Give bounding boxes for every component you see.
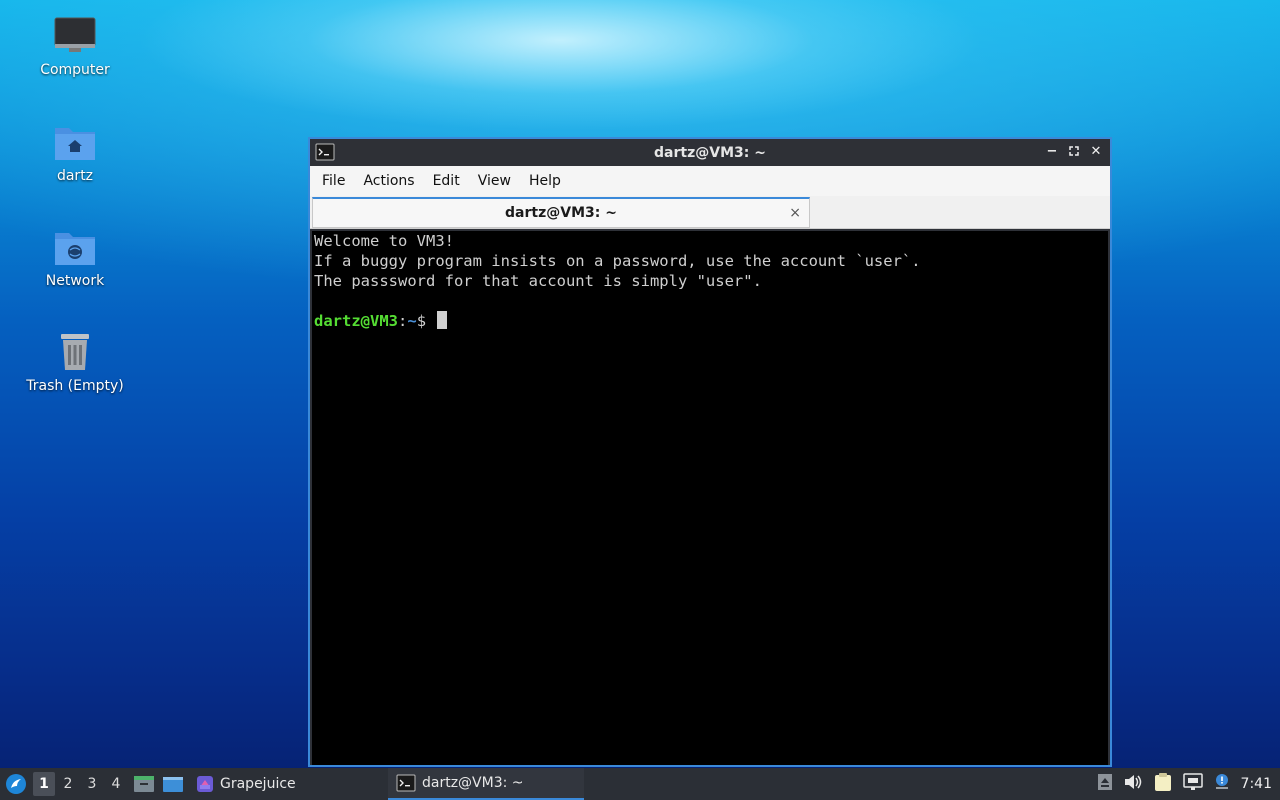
text-cursor [437,311,448,329]
network-folder-icon [55,233,95,265]
desktop-icon-computer[interactable]: Computer [20,16,130,78]
file-manager-launcher[interactable] [133,768,155,800]
close-icon[interactable]: ✕ [1088,143,1104,159]
terminal-line: Welcome to VM3! [314,232,454,250]
desktop-icon-network[interactable]: Network [20,227,130,289]
desktop-icon-label: Network [45,273,105,289]
menu-view[interactable]: View [469,173,520,189]
workspace-2[interactable]: 2 [57,772,79,796]
network-icon[interactable] [1182,773,1203,795]
menu-edit[interactable]: Edit [424,173,469,189]
tab-label: dartz@VM3: ~ [505,205,617,221]
menu-bar: File Actions Edit View Help [310,166,1110,196]
workspace-3[interactable]: 3 [81,772,103,796]
minimize-icon[interactable]: − [1044,143,1060,159]
workspace-switcher: 1 2 3 4 [33,768,127,800]
workspace-4[interactable]: 4 [105,772,127,796]
terminal-icon [396,774,416,792]
eject-icon[interactable] [1097,773,1113,795]
prompt-symbol: $ [416,312,427,330]
trash-icon [61,334,89,370]
terminal-window: dartz@VM3: ~ − ✕ File Actions Edit View … [308,137,1112,767]
desktop-icon-home-folder[interactable]: dartz [20,122,130,184]
clock[interactable]: 7:41 [1241,776,1272,792]
desktop-icon-trash[interactable]: Trash (Empty) [20,332,130,394]
desktop-icon-label: Computer [40,62,110,78]
show-desktop-launcher[interactable] [162,768,184,800]
tab-bar: dartz@VM3: ~ × [310,196,1110,229]
task-grapejuice[interactable]: Grapejuice [188,768,304,800]
maximize-icon[interactable] [1066,143,1082,159]
desktop-icon [163,777,183,792]
file-manager-icon [134,776,154,792]
system-tray: 7:41 [1097,768,1280,800]
menu-actions[interactable]: Actions [354,173,423,189]
home-folder-icon [55,128,95,160]
menu-help[interactable]: Help [520,173,570,189]
task-label: dartz@VM3: ~ [422,775,524,791]
terminal-output[interactable]: Welcome to VM3! If a buggy program insis… [312,231,1108,765]
task-terminal[interactable]: dartz@VM3: ~ [388,768,584,800]
tab-close-icon[interactable]: × [789,205,801,221]
window-title: dartz@VM3: ~ [654,144,766,161]
window-titlebar[interactable]: dartz@VM3: ~ − ✕ [310,139,1110,166]
prompt-user: dartz@VM3 [314,312,398,330]
terminal-prompt: dartz@VM3:~$ [314,311,1106,331]
task-label: Grapejuice [220,776,296,792]
prompt-path: ~ [407,312,417,330]
lubuntu-logo-icon [6,774,26,794]
tab-terminal[interactable]: dartz@VM3: ~ × [312,197,810,228]
clipboard-icon[interactable] [1153,772,1173,796]
update-notification-icon[interactable] [1213,773,1231,795]
terminal-line: If a buggy program insists on a password… [314,252,921,270]
start-menu-button[interactable] [4,768,28,800]
volume-icon[interactable] [1123,773,1143,795]
taskbar: 1 2 3 4 Grapejuice dartz@VM3: ~ 7:41 [0,768,1280,800]
grapejuice-icon [197,776,213,792]
terminal-line: The passsword for that account is simply… [314,272,762,290]
prompt-separator: : [398,312,408,330]
menu-file[interactable]: File [313,173,354,189]
monitor-icon [54,17,96,52]
desktop-icon-label: dartz [56,168,94,184]
desktop-icon-label: Trash (Empty) [26,378,124,394]
workspace-1[interactable]: 1 [33,772,55,796]
